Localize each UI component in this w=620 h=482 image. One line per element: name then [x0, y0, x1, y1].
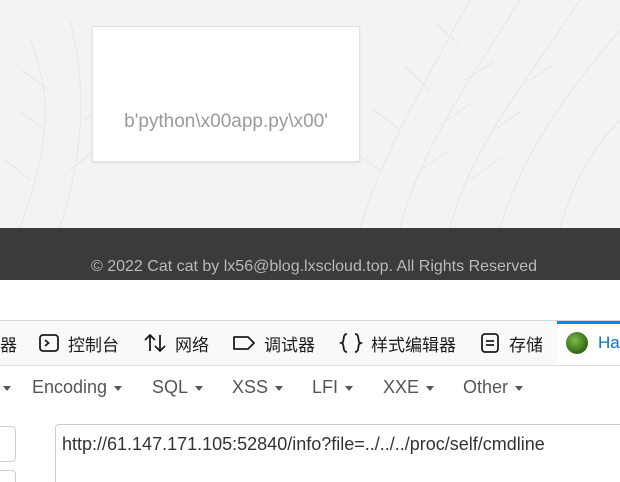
menu-lfi[interactable]: LFI: [312, 366, 354, 408]
chevron-down-icon: [515, 385, 524, 391]
debugger-icon: [233, 336, 255, 350]
chevron-down-icon: [426, 385, 435, 391]
tab-label: 存储: [509, 335, 543, 355]
result-card: b'python\x00app.py\x00': [92, 26, 360, 162]
console-icon: [39, 334, 59, 352]
tab-hackbar[interactable]: Ha: [557, 321, 620, 365]
tab-label: 调试器: [264, 335, 315, 355]
hackbar-icon: [566, 332, 588, 354]
website-body: b'python\x00app.py\x00': [0, 0, 620, 228]
network-icon: [144, 333, 166, 353]
menu-label: Other: [463, 376, 509, 397]
tab-debugger[interactable]: 调试器: [232, 321, 315, 365]
tab-network[interactable]: 网络: [143, 321, 209, 365]
chevron-down-icon: [195, 385, 204, 391]
tab-label: 样式编辑器: [371, 335, 456, 355]
menu-label: XSS: [232, 376, 269, 397]
menu-label: Encoding: [32, 376, 108, 397]
footer-copyright: © 2022 Cat cat by lx56@blog.lxscloud.top…: [91, 258, 538, 275]
split-url-button[interactable]: [0, 470, 16, 482]
menu-other[interactable]: Other: [463, 366, 524, 408]
menu-xxe[interactable]: XXE: [383, 366, 435, 408]
style-editor-icon: [339, 333, 363, 353]
devtools-tabbar: 器 控制台 网络 调试器 样式编辑器 存储 Ha: [0, 321, 620, 366]
url-input[interactable]: http://61.147.171.105:52840/info?file=..…: [55, 424, 620, 482]
tab-label: Ha: [598, 333, 620, 352]
chevron-down-icon: [3, 385, 11, 391]
hackbar-menubar: Encoding SQL XSS LFI XXE Other: [0, 366, 620, 408]
screenshot: b'python\x00app.py\x00' © 2022 Cat cat b…: [0, 0, 620, 482]
menu-encoding[interactable]: Encoding: [32, 366, 123, 408]
chevron-down-icon: [114, 385, 123, 391]
tab-label: 器: [0, 335, 17, 355]
load-url-button[interactable]: [0, 426, 16, 462]
tab-storage[interactable]: 存储: [479, 321, 543, 365]
chevron-down-icon: [345, 385, 354, 391]
storage-icon: [481, 333, 499, 353]
menu-sql[interactable]: SQL: [152, 366, 204, 408]
chevron-down-icon: [275, 385, 284, 391]
result-text: b'python\x00app.py\x00': [124, 111, 328, 132]
tab-label: 网络: [175, 335, 209, 355]
menu-partial-dropdown[interactable]: [0, 366, 11, 408]
devtools-panel: 器 控制台 网络 调试器 样式编辑器 存储 Ha Encoding SQL XS…: [0, 280, 620, 482]
tab-console[interactable]: 控制台: [38, 321, 119, 365]
menu-label: LFI: [312, 376, 339, 397]
menu-label: XXE: [383, 376, 420, 397]
tab-label: 控制台: [68, 335, 119, 355]
tab-style-editor[interactable]: 样式编辑器: [339, 321, 456, 365]
site-footer: © 2022 Cat cat by lx56@blog.lxscloud.top…: [0, 228, 620, 280]
menu-xss[interactable]: XSS: [232, 366, 284, 408]
menu-label: SQL: [152, 376, 189, 397]
tab-inspector[interactable]: 器: [0, 321, 17, 365]
